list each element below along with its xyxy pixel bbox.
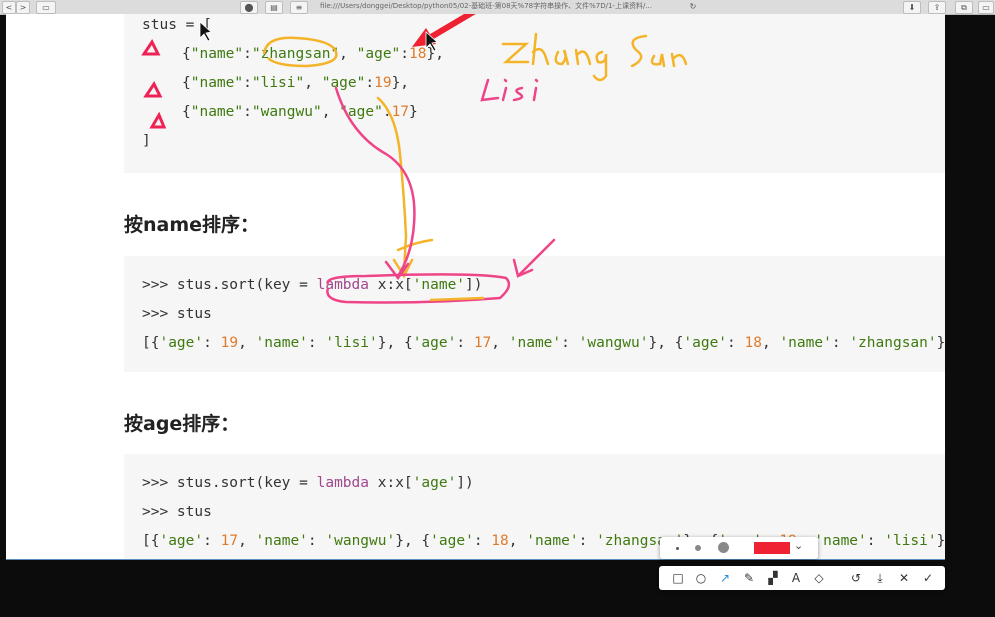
download-icon[interactable]: ⤓ [871,569,889,587]
red-arrow [424,14,476,43]
rectangle-icon[interactable]: □ [669,569,687,587]
arrow-icon[interactable]: ↗ [716,569,734,587]
pen-settings-palette: ⌄ [660,537,818,559]
pen-annotations [141,14,688,304]
medium-dot-icon[interactable] [695,545,701,551]
pen-icon[interactable]: ✎ [740,569,758,587]
undo-icon[interactable]: ↺ [847,569,865,587]
ellipse-icon[interactable]: ○ [692,569,710,587]
reader-button[interactable]: ⬤ [240,1,258,14]
triangle-mark [141,39,161,56]
menu-button[interactable]: ≡ [290,1,308,14]
sidebar-button[interactable]: ▭ [36,1,56,14]
large-dot-icon[interactable] [718,542,729,553]
browser-toolbar: < > ▭ ⬤ ▤ ≡ file:///Users/donggei/Deskto… [0,0,995,15]
mosaic-icon[interactable]: ▞ [764,569,782,587]
confirm-icon[interactable]: ✓ [919,569,937,587]
chevron-down-icon[interactable]: ⌄ [794,539,803,552]
color-swatch[interactable] [754,542,790,554]
small-dot-icon[interactable] [676,547,679,550]
tabs-button[interactable]: ▤ [265,1,283,14]
triangle-mark [143,81,163,98]
yellow-circle [262,36,338,68]
download-indicator-icon[interactable]: ⬇ [903,1,921,14]
screenshot-toolbar: □ ○ ↗ ✎ ▞ A ◇ ↺ ⤓ ✕ ✓ [659,566,945,590]
close-icon[interactable]: ✕ [895,569,913,587]
yellow-arrow [376,96,434,279]
reload-icon[interactable]: ↻ [688,1,698,12]
share-icon[interactable]: ⇪ [928,1,946,14]
address-bar[interactable]: file:///Users/donggei/Desktop/python05/0… [320,1,700,12]
document-page: stus = [ {"name":"zhangsan", "age":18}, … [6,14,945,560]
cursor-icon [199,21,212,42]
triangle-mark [149,111,167,129]
text-icon[interactable]: A [787,569,805,587]
forward-button[interactable]: > [16,1,30,14]
back-button[interactable]: < [2,1,16,14]
new-tab-icon[interactable]: ⧉ [955,1,973,14]
window-icon[interactable]: ▭ [978,1,994,14]
handwriting-zhangsan [501,32,688,82]
eraser-icon[interactable]: ◇ [810,569,828,587]
handwriting-lisi [480,78,539,102]
pink-arrow-2 [512,238,556,278]
